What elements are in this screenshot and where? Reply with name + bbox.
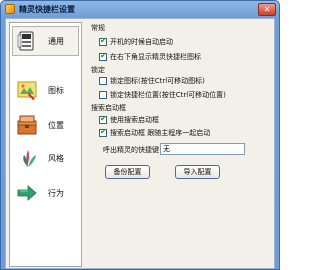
checkbox-label: 搜索启动框 跟随主程序一起启动 [110, 129, 211, 137]
general-settings-panel: 常规 ✔ 开机的时候自动启动 ✔ 在右下角显示精灵快捷栏图标 锁定 锁定图标(按… [85, 19, 275, 269]
checkbox-label: 开机的时候自动启动 [110, 38, 173, 46]
hotkey-field[interactable] [160, 143, 245, 155]
check-icon: ✔ [100, 127, 107, 136]
window-title: 精灵快捷栏设置 [19, 5, 75, 14]
check-icon: ✔ [100, 36, 107, 45]
use-search-checkbox[interactable]: ✔ [99, 114, 107, 124]
sidebar-item-label: 风格 [48, 154, 64, 163]
position-icon [17, 115, 37, 135]
checkbox-label: 锁定快捷栏位置(按住Ctrl可移动位置) [110, 91, 226, 99]
autostart-checkbox[interactable]: ✔ [99, 36, 107, 46]
sidebar-item-position[interactable]: 位置 [10, 110, 81, 140]
checkbox-label: 在右下角显示精灵快捷栏图标 [110, 53, 201, 61]
sidebar-item-icons[interactable]: 图标 [10, 75, 81, 105]
sidebar-item-label: 位置 [48, 121, 64, 130]
behavior-icon [17, 185, 37, 201]
sidebar-item-label: 通用 [48, 37, 64, 46]
category-sidebar: 通用 图标 位置 风格 行为 [9, 22, 82, 267]
icon-settings-icon [17, 81, 37, 100]
app-icon [5, 4, 15, 14]
checkbox-label: 使用搜索启动框 [110, 116, 159, 124]
backup-config-button[interactable]: 备份配置 [105, 165, 150, 179]
check-icon: ✔ [100, 114, 107, 123]
lock-position-checkbox[interactable] [99, 91, 107, 99]
sidebar-item-behavior[interactable]: 行为 [10, 178, 81, 208]
sidebar-item-style[interactable]: 风格 [10, 143, 81, 173]
style-icon [23, 150, 36, 167]
section-general-label: 常规 [91, 24, 105, 32]
general-icon [17, 31, 34, 51]
settings-window: 精灵快捷栏设置 ✕ 通用 图标 位置 风格 行为 常规 ✔ 开机的时候自动启动 … [0, 0, 280, 270]
close-button[interactable]: ✕ [258, 3, 276, 16]
check-icon: ✔ [100, 51, 107, 60]
sidebar-item-label: 行为 [48, 189, 64, 198]
dialog-body: 通用 图标 位置 风格 行为 常规 ✔ 开机的时候自动启动 ✔ 在右下角显示精灵… [5, 18, 275, 269]
section-search-label: 搜索启动框 [91, 104, 126, 112]
checkbox-label: 锁定图标(按住Ctrl可移动图标) [110, 77, 205, 85]
tray-icon-checkbox[interactable]: ✔ [99, 51, 107, 61]
search-follow-checkbox[interactable]: ✔ [99, 127, 107, 137]
hotkey-label: 呼出精灵的快捷键： [103, 146, 166, 154]
title-bar[interactable]: 精灵快捷栏设置 ✕ [1, 1, 279, 18]
section-lock-label: 锁定 [91, 66, 105, 74]
import-config-button[interactable]: 导入配置 [175, 165, 220, 179]
sidebar-item-label: 图标 [48, 86, 64, 95]
sidebar-item-general[interactable]: 通用 [10, 26, 81, 56]
lock-icon-checkbox[interactable] [99, 77, 107, 85]
